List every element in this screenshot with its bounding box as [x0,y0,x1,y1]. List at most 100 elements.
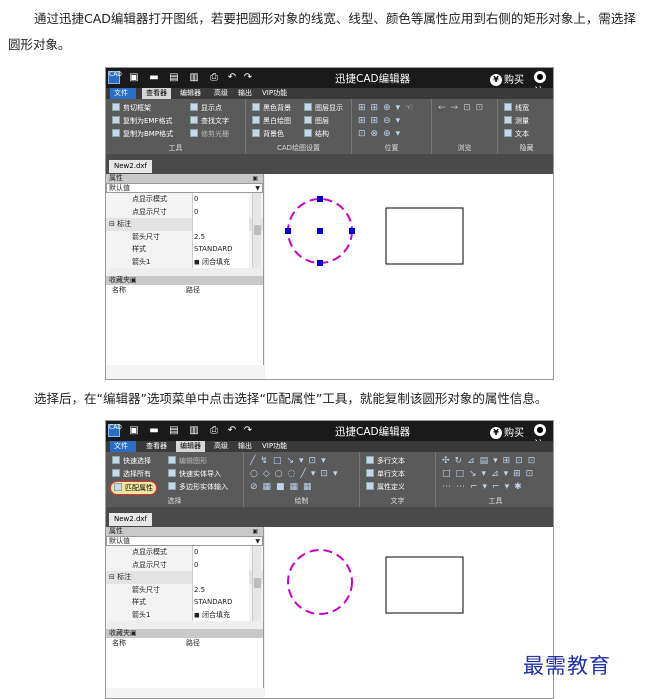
properties-dropdown[interactable]: 默认值 ▼ [106,536,263,546]
property-row[interactable]: 点显示模式 0 [106,193,263,206]
grip-top[interactable] [317,196,323,202]
favorites-col-name[interactable]: 名称 [112,285,126,295]
layer-display-button[interactable]: 图层显示 [304,103,343,113]
transform-icons[interactable]: ⋯⋯⌐▾⌐▾✱ [442,482,527,492]
circle-object[interactable] [287,549,353,615]
structure-button[interactable]: 结构 [304,129,329,139]
menu-output[interactable]: 输出 [234,88,256,99]
property-category[interactable]: ⊟ 标注 [106,571,263,584]
property-row[interactable]: 点显示尺寸 0 [106,558,263,571]
edit-graphic-button[interactable]: 编辑图形 [168,456,207,466]
menu-advanced[interactable]: 高级 [210,88,232,99]
favorites-col-path[interactable]: 路径 [186,638,200,648]
document-tab[interactable]: New2.dxf [109,160,152,173]
properties-dropdown[interactable]: 默认值 ▼ [106,183,263,193]
properties-scrollbar[interactable] [252,546,261,621]
browse-icons[interactable]: ←→⊡⊡ [438,103,488,113]
modify-icons[interactable]: ✣↻⊿▤▾⊞⊡⊡ [442,456,540,466]
fit-icons[interactable]: ⊡⊗⊕▾ [358,129,405,139]
multiline-text-button[interactable]: 多行文本 [366,456,405,466]
line-width-button[interactable]: 线宽 [504,103,529,113]
favorites-col-name[interactable]: 名称 [112,638,126,648]
menu-vip[interactable]: VIP功能 [258,441,291,452]
menu-viewer[interactable]: 查看器 [142,88,171,99]
select-all-button[interactable]: 选择所有 [112,469,151,479]
quick-entity-import-button[interactable]: 快速实体导入 [168,469,221,479]
save-as-icon[interactable]: ▥ [188,424,200,437]
open-folder-icon[interactable]: ▬ [148,71,160,84]
black-background-button[interactable]: 黑色背景 [252,103,291,113]
grip-center[interactable] [317,228,323,234]
property-row[interactable]: 箭头1 ◼ 闭合填充 [106,255,263,268]
undo-icon[interactable]: ↶ [226,424,238,437]
drawing-canvas[interactable] [265,527,553,698]
buy-button[interactable]: ¥ 购买 [490,424,524,439]
menu-viewer[interactable]: 查看器 [142,441,171,452]
menu-editor[interactable]: 编辑器 [176,88,205,99]
favorites-col-path[interactable]: 路径 [186,285,200,295]
grip-right[interactable] [349,228,355,234]
rectangle-object[interactable] [385,556,464,614]
menu-file[interactable]: 文件 [110,88,136,99]
menu-output[interactable]: 输出 [234,441,256,452]
property-row[interactable]: 样式 STANDARD [106,243,263,256]
print-icon[interactable]: ⎙ [208,71,220,84]
menu-advanced[interactable]: 高级 [210,441,232,452]
pin-icon[interactable]: ▣ [130,629,137,637]
property-row[interactable]: 点显示尺寸 0 [106,205,263,218]
attribute-definition-button[interactable]: 属性定义 [366,482,405,492]
pin-icon[interactable]: ▣ [130,276,137,284]
save-icon[interactable]: ▤ [168,71,180,84]
grip-left[interactable] [285,228,291,234]
menu-editor[interactable]: 编辑器 [176,441,205,452]
zoom-icons[interactable]: ⊞⊞⊕▾☜ [358,103,418,113]
background-color-button[interactable]: 背景色 [252,129,284,139]
new-file-icon[interactable]: ▣ [128,424,140,437]
match-properties-button[interactable]: 匹配属性 [110,481,157,495]
pin-icon[interactable]: ▣ [252,527,258,536]
property-row[interactable]: 箭头尺寸 2.5 [106,583,263,596]
rectangle-object[interactable] [385,207,464,265]
grip-bottom[interactable] [317,260,323,266]
show-points-button[interactable]: 显示点 [190,103,222,113]
property-row[interactable]: 点显示模式 0 [106,546,263,559]
open-folder-icon[interactable]: ▬ [148,424,160,437]
redo-icon[interactable]: ↷ [242,424,254,437]
scrollbar-thumb[interactable] [254,578,261,588]
properties-scrollbar[interactable] [252,193,261,268]
clip-frame-button[interactable]: 剪切框架 [112,103,151,113]
menu-vip[interactable]: VIP功能 [258,88,291,99]
pan-icons[interactable]: ⊞⊞⊖▾ [358,116,405,126]
black-white-button[interactable]: 黑白绘图 [252,116,291,126]
property-row[interactable]: 箭头尺寸 2.5 [106,230,263,243]
copy-emf-button[interactable]: 复制为EMF格式 [112,116,173,126]
property-category[interactable]: ⊟ 标注 [106,218,263,231]
new-file-icon[interactable]: ▣ [128,71,140,84]
layers-button[interactable]: 图层 [304,116,329,126]
save-as-icon[interactable]: ▥ [188,71,200,84]
undo-icon[interactable]: ↶ [226,71,238,84]
property-row[interactable]: 箭头1 ◼ 闭合填充 [106,608,263,621]
draw-hatch-icons[interactable]: ⊘▦■▦▦ [250,482,317,492]
property-row[interactable]: 样式 STANDARD [106,596,263,609]
draw-shape-icons[interactable]: ○◇○◌╱▾⊡▾ [250,469,342,479]
quick-select-button[interactable]: 快速选择 [112,456,151,466]
text-button[interactable]: 文本 [504,129,529,139]
single-line-text-button[interactable]: 单行文本 [366,469,405,479]
edit-icons[interactable]: □□↘▾⊿▾⊞⊡ [442,469,538,479]
document-tab[interactable]: New2.dxf [109,513,152,526]
buy-button[interactable]: ¥ 购买 [490,71,524,86]
print-icon[interactable]: ⎙ [208,424,220,437]
find-text-button[interactable]: 查找文字 [190,116,229,126]
scrollbar-thumb[interactable] [254,225,261,235]
trim-raster-button[interactable]: 修剪光栅 [190,129,229,139]
menu-file[interactable]: 文件 [110,441,136,452]
polygon-entity-input-button[interactable]: 多边形实体输入 [168,482,228,492]
save-icon[interactable]: ▤ [168,424,180,437]
measure-button[interactable]: 测量 [504,116,529,126]
copy-bmp-button[interactable]: 复制为BMP格式 [112,129,173,139]
drawing-canvas[interactable] [265,174,553,379]
draw-line-icons[interactable]: ╱↯□↘▾⊡▾ [250,456,331,466]
redo-icon[interactable]: ↷ [242,71,254,84]
pin-icon[interactable]: ▣ [252,174,258,183]
